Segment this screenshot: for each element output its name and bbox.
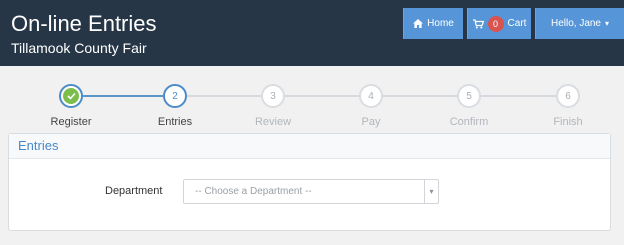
department-select[interactable]: -- Choose a Department -- ▾ — [183, 179, 439, 204]
home-icon — [413, 19, 424, 28]
header-bar: On-line Entries Tillamook County Fair Ho… — [0, 0, 624, 66]
app-subtitle: Tillamook County Fair — [11, 40, 147, 56]
cart-icon — [472, 18, 484, 29]
step-finish-circle: 6 — [556, 84, 580, 108]
nav-home-label: Home — [427, 18, 454, 29]
chevron-down-icon: ▾ — [424, 180, 438, 203]
entries-panel: Entries Department -- Choose a Departmen… — [8, 133, 611, 231]
progress-line-complete — [83, 95, 163, 97]
department-select-value: -- Choose a Department -- — [195, 186, 312, 197]
step-confirm-circle: 5 — [457, 84, 481, 108]
nav-cart-link[interactable]: 0 Cart — [467, 8, 531, 39]
nav-home-link[interactable]: Home — [403, 8, 463, 39]
nav-cart-label: Cart — [507, 18, 527, 29]
chevron-down-icon: ▾ — [605, 19, 610, 28]
panel-title: Entries — [9, 134, 610, 159]
step-review-label: Review — [254, 116, 292, 128]
step-confirm-label: Confirm — [449, 116, 489, 128]
step-pay-label: Pay — [361, 116, 381, 128]
check-icon — [63, 88, 79, 104]
step-entries-label: Entries — [157, 116, 193, 128]
app-title: On-line Entries — [11, 11, 157, 36]
step-review-circle: 3 — [261, 84, 285, 108]
step-pay-circle: 4 — [359, 84, 383, 108]
step-entries-circle: 2 — [163, 84, 187, 108]
step-register-circle — [59, 84, 83, 108]
step-finish-label: Finish — [553, 116, 583, 128]
user-greeting: Hello, Jane — [550, 18, 601, 29]
step-register-label: Register — [50, 116, 92, 128]
department-label: Department — [105, 185, 163, 197]
cart-count-badge: 0 — [487, 15, 504, 32]
progress-steps: 2 3 4 5 6 Register Entries Review Pay Co… — [0, 66, 624, 132]
user-menu-button[interactable]: Hello, Jane ▾ — [535, 8, 624, 39]
